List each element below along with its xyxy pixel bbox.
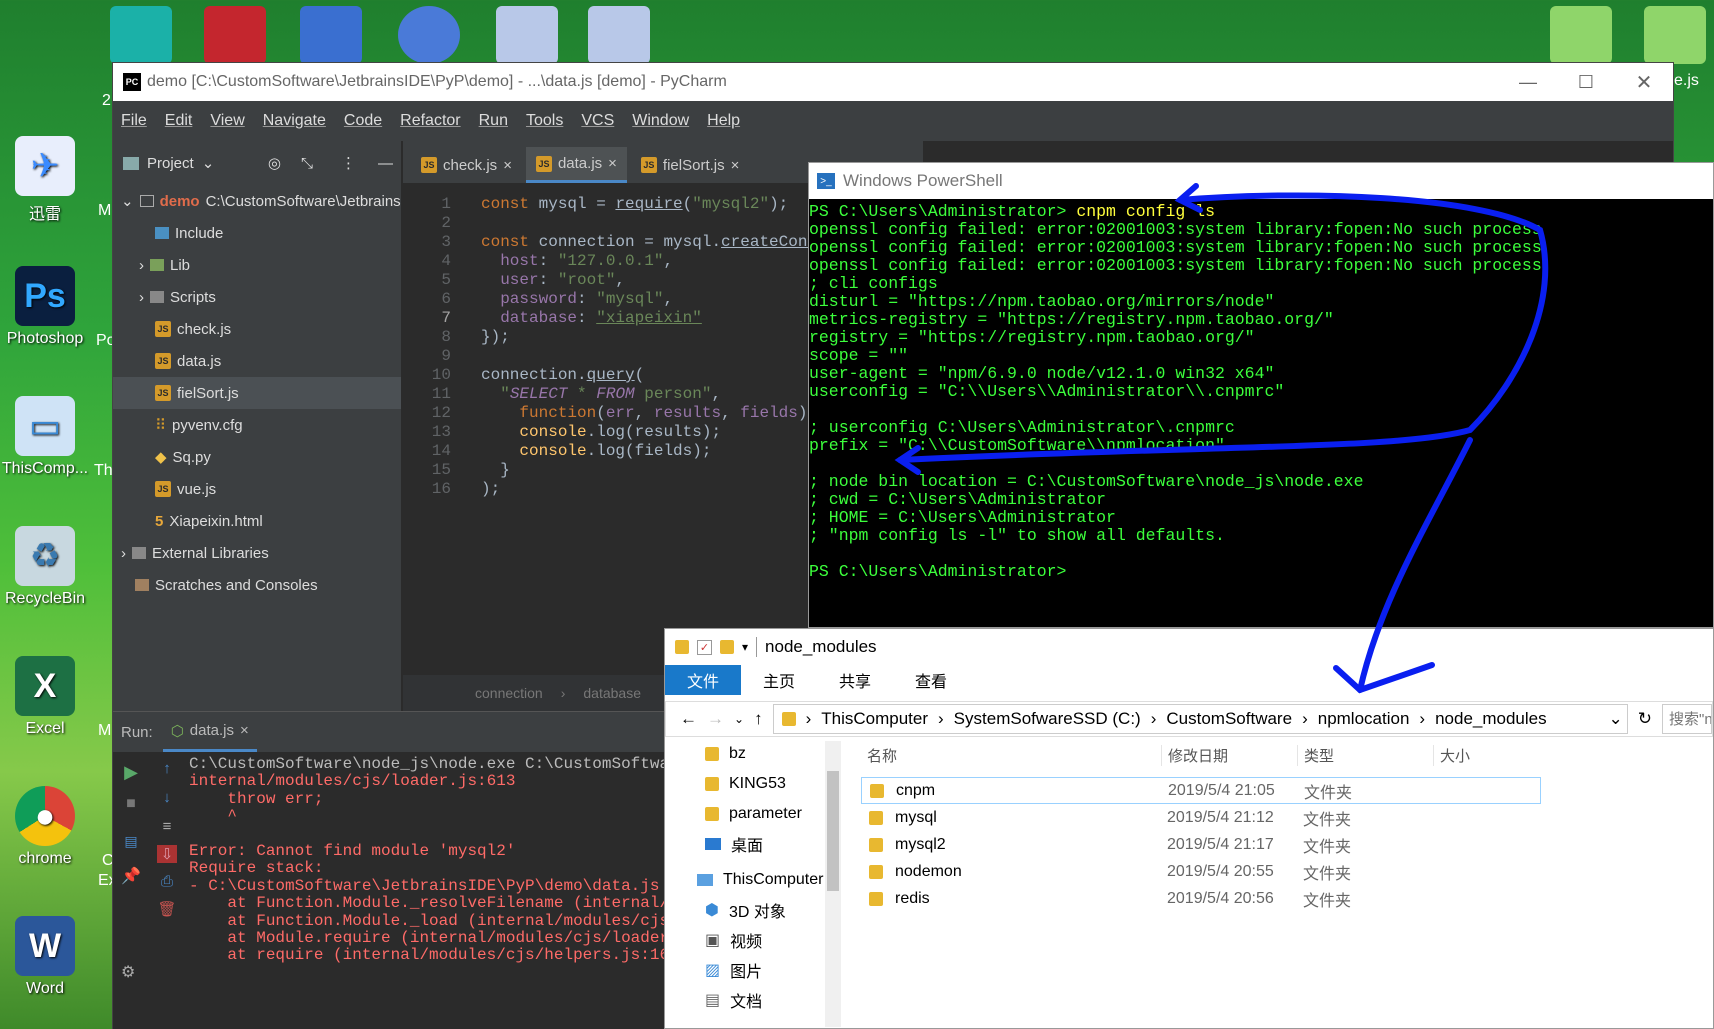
annotation-arrow-loop	[897, 192, 1549, 463]
annotation-arrow-down	[1357, 437, 1473, 693]
annotation-arrow-head	[1333, 662, 1435, 694]
annotation-overlay	[894, 183, 1549, 694]
